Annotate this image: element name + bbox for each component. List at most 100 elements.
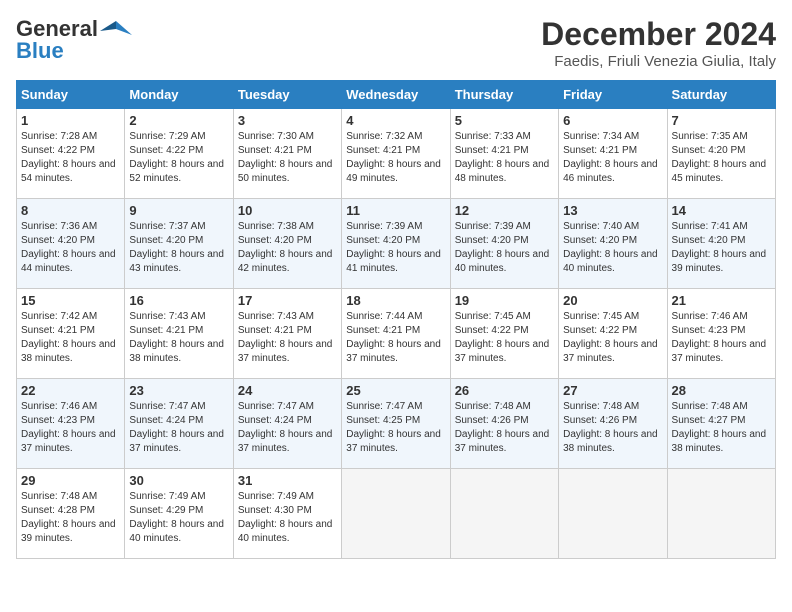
day-number: 6	[563, 113, 662, 128]
day-number: 30	[129, 473, 228, 488]
header-friday: Friday	[559, 81, 667, 109]
calendar-cell: 30Sunrise: 7:49 AM Sunset: 4:29 PM Dayli…	[125, 469, 233, 559]
day-number: 17	[238, 293, 337, 308]
day-number: 4	[346, 113, 445, 128]
calendar-week-row: 29 Sunrise: 7:48 AM Sunset: 4:28 PM Dayli…	[17, 469, 776, 559]
day-info: Sunrise: 7:43 AM Sunset: 4:21 PM Dayligh…	[129, 310, 228, 366]
calendar-week-row: 8 Sunrise: 7:36 AM Sunset: 4:20 PM Daylig…	[17, 199, 776, 289]
calendar-header-row: SundayMondayTuesdayWednesdayThursdayFrid…	[17, 81, 776, 109]
day-number: 16	[129, 293, 228, 308]
day-info: Sunrise: 7:39 AM Sunset: 4:20 PM Dayligh…	[346, 220, 445, 276]
calendar-cell: 31Sunrise: 7:49 AM Sunset: 4:30 PM Dayli…	[233, 469, 341, 559]
calendar-cell: 4 Sunrise: 7:32 AM Sunset: 4:21 PM Daylig…	[342, 109, 450, 199]
day-info: Sunrise: 7:43 AM Sunset: 4:21 PM Dayligh…	[238, 310, 337, 366]
calendar-cell: 9Sunrise: 7:37 AM Sunset: 4:20 PM Daylig…	[125, 199, 233, 289]
day-number: 23	[129, 383, 228, 398]
day-number: 14	[672, 203, 771, 218]
day-info: Sunrise: 7:46 AM Sunset: 4:23 PM Dayligh…	[672, 310, 771, 366]
day-info: Sunrise: 7:35 AM Sunset: 4:20 PM Dayligh…	[672, 130, 771, 186]
day-info: Sunrise: 7:32 AM Sunset: 4:21 PM Dayligh…	[346, 130, 445, 186]
day-number: 31	[238, 473, 337, 488]
day-info: Sunrise: 7:36 AM Sunset: 4:20 PM Dayligh…	[21, 220, 120, 276]
calendar-cell	[450, 469, 558, 559]
day-number: 29	[21, 473, 120, 488]
header-sunday: Sunday	[17, 81, 125, 109]
calendar-cell	[342, 469, 450, 559]
calendar-table: SundayMondayTuesdayWednesdayThursdayFrid…	[16, 80, 776, 559]
header-saturday: Saturday	[667, 81, 775, 109]
calendar-cell: 14 Sunrise: 7:41 AM Sunset: 4:20 PM Dayli…	[667, 199, 775, 289]
day-info: Sunrise: 7:48 AM Sunset: 4:26 PM Dayligh…	[455, 400, 554, 456]
day-info: Sunrise: 7:40 AM Sunset: 4:20 PM Dayligh…	[563, 220, 662, 276]
calendar-cell: 10 Sunrise: 7:38 AM Sunset: 4:20 PM Dayli…	[233, 199, 341, 289]
calendar-cell: 12 Sunrise: 7:39 AM Sunset: 4:20 PM Dayli…	[450, 199, 558, 289]
day-number: 21	[672, 293, 771, 308]
day-info: Sunrise: 7:45 AM Sunset: 4:22 PM Dayligh…	[563, 310, 662, 366]
header-monday: Monday	[125, 81, 233, 109]
calendar-cell	[667, 469, 775, 559]
day-number: 9	[129, 203, 228, 218]
location-subtitle: Faedis, Friuli Venezia Giulia, Italy	[541, 53, 776, 70]
calendar-cell: 21 Sunrise: 7:46 AM Sunset: 4:23 PM Dayli…	[667, 289, 775, 379]
day-info: Sunrise: 7:45 AM Sunset: 4:22 PM Dayligh…	[455, 310, 554, 366]
day-number: 24	[238, 383, 337, 398]
calendar-cell: 29 Sunrise: 7:48 AM Sunset: 4:28 PM Dayli…	[17, 469, 125, 559]
calendar-cell: 17 Sunrise: 7:43 AM Sunset: 4:21 PM Dayli…	[233, 289, 341, 379]
page-header: General Blue December 2024 Faedis, Friul…	[16, 16, 776, 70]
logo-text-blue: Blue	[16, 38, 64, 64]
calendar-cell	[559, 469, 667, 559]
calendar-cell: 28 Sunrise: 7:48 AM Sunset: 4:27 PM Dayli…	[667, 379, 775, 469]
logo: General Blue	[16, 16, 132, 64]
day-info: Sunrise: 7:48 AM Sunset: 4:28 PM Dayligh…	[21, 490, 120, 546]
calendar-cell: 22Sunrise: 7:46 AM Sunset: 4:23 PM Dayli…	[17, 379, 125, 469]
calendar-cell: 2 Sunrise: 7:29 AM Sunset: 4:22 PM Daylig…	[125, 109, 233, 199]
calendar-cell: 24 Sunrise: 7:47 AM Sunset: 4:24 PM Dayli…	[233, 379, 341, 469]
day-info: Sunrise: 7:28 AM Sunset: 4:22 PM Dayligh…	[21, 130, 120, 186]
day-number: 8	[21, 203, 120, 218]
calendar-cell: 25 Sunrise: 7:47 AM Sunset: 4:25 PM Dayli…	[342, 379, 450, 469]
calendar-cell: 1 Sunrise: 7:28 AM Sunset: 4:22 PM Daylig…	[17, 109, 125, 199]
title-block: December 2024 Faedis, Friuli Venezia Giu…	[541, 16, 776, 70]
day-number: 10	[238, 203, 337, 218]
day-number: 1	[21, 113, 120, 128]
calendar-cell: 3Sunrise: 7:30 AM Sunset: 4:21 PM Daylig…	[233, 109, 341, 199]
day-info: Sunrise: 7:47 AM Sunset: 4:24 PM Dayligh…	[129, 400, 228, 456]
day-number: 28	[672, 383, 771, 398]
day-info: Sunrise: 7:44 AM Sunset: 4:21 PM Dayligh…	[346, 310, 445, 366]
day-number: 3	[238, 113, 337, 128]
calendar-week-row: 1 Sunrise: 7:28 AM Sunset: 4:22 PM Daylig…	[17, 109, 776, 199]
day-info: Sunrise: 7:39 AM Sunset: 4:20 PM Dayligh…	[455, 220, 554, 276]
calendar-week-row: 22Sunrise: 7:46 AM Sunset: 4:23 PM Dayli…	[17, 379, 776, 469]
day-number: 26	[455, 383, 554, 398]
day-number: 19	[455, 293, 554, 308]
day-info: Sunrise: 7:47 AM Sunset: 4:24 PM Dayligh…	[238, 400, 337, 456]
calendar-cell: 27 Sunrise: 7:48 AM Sunset: 4:26 PM Dayli…	[559, 379, 667, 469]
day-number: 22	[21, 383, 120, 398]
calendar-cell: 26 Sunrise: 7:48 AM Sunset: 4:26 PM Dayli…	[450, 379, 558, 469]
calendar-cell: 8 Sunrise: 7:36 AM Sunset: 4:20 PM Daylig…	[17, 199, 125, 289]
day-info: Sunrise: 7:47 AM Sunset: 4:25 PM Dayligh…	[346, 400, 445, 456]
day-info: Sunrise: 7:42 AM Sunset: 4:21 PM Dayligh…	[21, 310, 120, 366]
calendar-cell: 7Sunrise: 7:35 AM Sunset: 4:20 PM Daylig…	[667, 109, 775, 199]
month-title: December 2024	[541, 16, 776, 53]
day-number: 25	[346, 383, 445, 398]
calendar-cell: 16 Sunrise: 7:43 AM Sunset: 4:21 PM Dayli…	[125, 289, 233, 379]
header-tuesday: Tuesday	[233, 81, 341, 109]
calendar-cell: 20Sunrise: 7:45 AM Sunset: 4:22 PM Dayli…	[559, 289, 667, 379]
day-info: Sunrise: 7:48 AM Sunset: 4:26 PM Dayligh…	[563, 400, 662, 456]
day-info: Sunrise: 7:33 AM Sunset: 4:21 PM Dayligh…	[455, 130, 554, 186]
calendar-cell: 13Sunrise: 7:40 AM Sunset: 4:20 PM Dayli…	[559, 199, 667, 289]
day-info: Sunrise: 7:38 AM Sunset: 4:20 PM Dayligh…	[238, 220, 337, 276]
calendar-cell: 18 Sunrise: 7:44 AM Sunset: 4:21 PM Dayli…	[342, 289, 450, 379]
day-number: 2	[129, 113, 228, 128]
day-number: 18	[346, 293, 445, 308]
logo-bird-icon	[100, 17, 132, 41]
day-number: 5	[455, 113, 554, 128]
day-info: Sunrise: 7:41 AM Sunset: 4:20 PM Dayligh…	[672, 220, 771, 276]
calendar-cell: 19 Sunrise: 7:45 AM Sunset: 4:22 PM Dayli…	[450, 289, 558, 379]
day-info: Sunrise: 7:29 AM Sunset: 4:22 PM Dayligh…	[129, 130, 228, 186]
day-info: Sunrise: 7:48 AM Sunset: 4:27 PM Dayligh…	[672, 400, 771, 456]
calendar-cell: 23 Sunrise: 7:47 AM Sunset: 4:24 PM Dayli…	[125, 379, 233, 469]
day-number: 27	[563, 383, 662, 398]
day-number: 12	[455, 203, 554, 218]
